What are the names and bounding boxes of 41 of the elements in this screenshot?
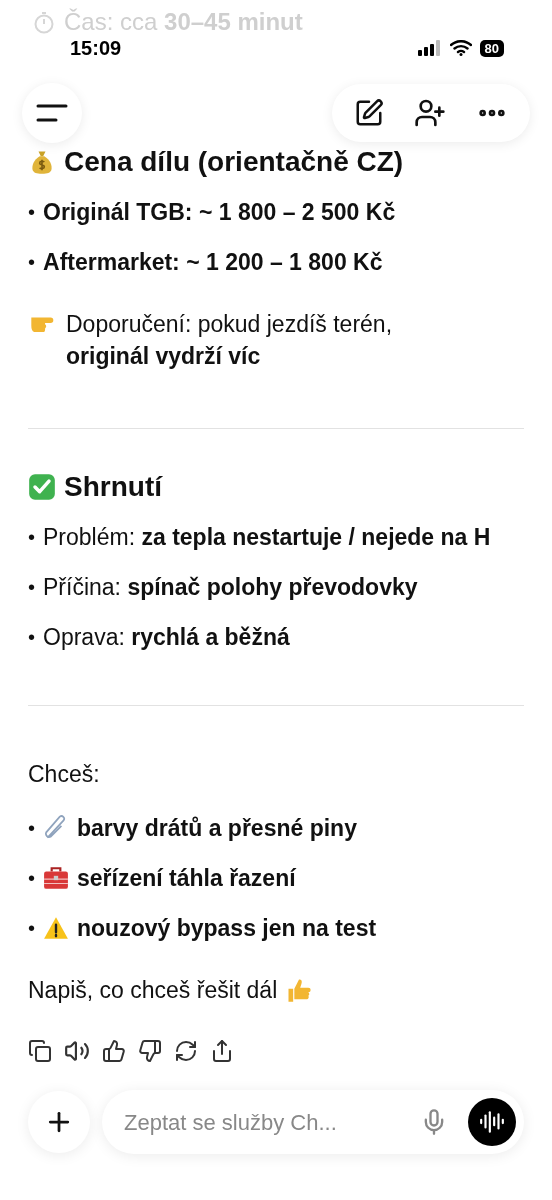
- paragraph: Doporučení: pokud jezdíš terén, originál vydrží víc: [66, 310, 394, 371]
- thumbs-up-icon[interactable]: [102, 1039, 126, 1063]
- list-item-text: Příčina: spínač polohy převodovky: [43, 573, 418, 602]
- bullet: •: [28, 200, 35, 225]
- list-item-text: Aftermarket: ~ 1 200 – 1 800 Kč: [43, 248, 383, 277]
- voice-button[interactable]: [468, 1098, 516, 1146]
- add-person-icon[interactable]: [414, 97, 446, 129]
- clock-time: 15:09: [70, 36, 122, 61]
- thumbs-down-icon[interactable]: [138, 1039, 162, 1063]
- wifi-icon: [449, 40, 472, 56]
- list-item-text: Problém: za tepla nestartuje / nejede na H: [43, 523, 491, 552]
- audio-waves-icon: [479, 1109, 505, 1135]
- section-heading: Shrnutí: [64, 470, 162, 504]
- section-heading: Cena dílu (orientačně CZ): [64, 145, 404, 179]
- bullet: •: [28, 916, 35, 941]
- list-item-text: seřízení táhla řazení: [77, 864, 296, 893]
- bullet: •: [28, 575, 35, 600]
- battery-indicator: 80: [479, 39, 504, 57]
- warning-icon: [43, 915, 69, 941]
- check-icon: [28, 473, 56, 501]
- share-icon[interactable]: [210, 1039, 234, 1063]
- copy-icon[interactable]: [28, 1039, 52, 1063]
- paragraph: Chceš:: [28, 760, 100, 789]
- bullet: •: [28, 525, 35, 550]
- bullet: •: [28, 250, 35, 275]
- list-item-text: nouzový bypass jen na test: [77, 914, 377, 943]
- bullet: •: [28, 866, 35, 891]
- bullet: •: [28, 625, 35, 650]
- stopwatch-icon: [32, 10, 56, 34]
- speaker-icon[interactable]: [64, 1038, 90, 1064]
- message-input-field[interactable]: Zeptat se služby Ch...: [124, 1105, 412, 1139]
- bullet: •: [28, 816, 35, 841]
- list-item-text: barvy drátů a přesné piny: [77, 814, 357, 843]
- list-item-text: Oprava: rychlá a běžná: [43, 623, 290, 652]
- paragraph: Napiš, co chceš řešit dál: [28, 976, 278, 1005]
- signal-icon: [417, 40, 442, 56]
- refresh-icon[interactable]: [174, 1039, 198, 1063]
- edit-icon[interactable]: [354, 98, 384, 128]
- list-item-text: Originál TGB: ~ 1 800 – 2 500 Kč: [43, 198, 396, 227]
- toolbox-icon: [43, 865, 69, 891]
- menu-icon: [36, 104, 68, 122]
